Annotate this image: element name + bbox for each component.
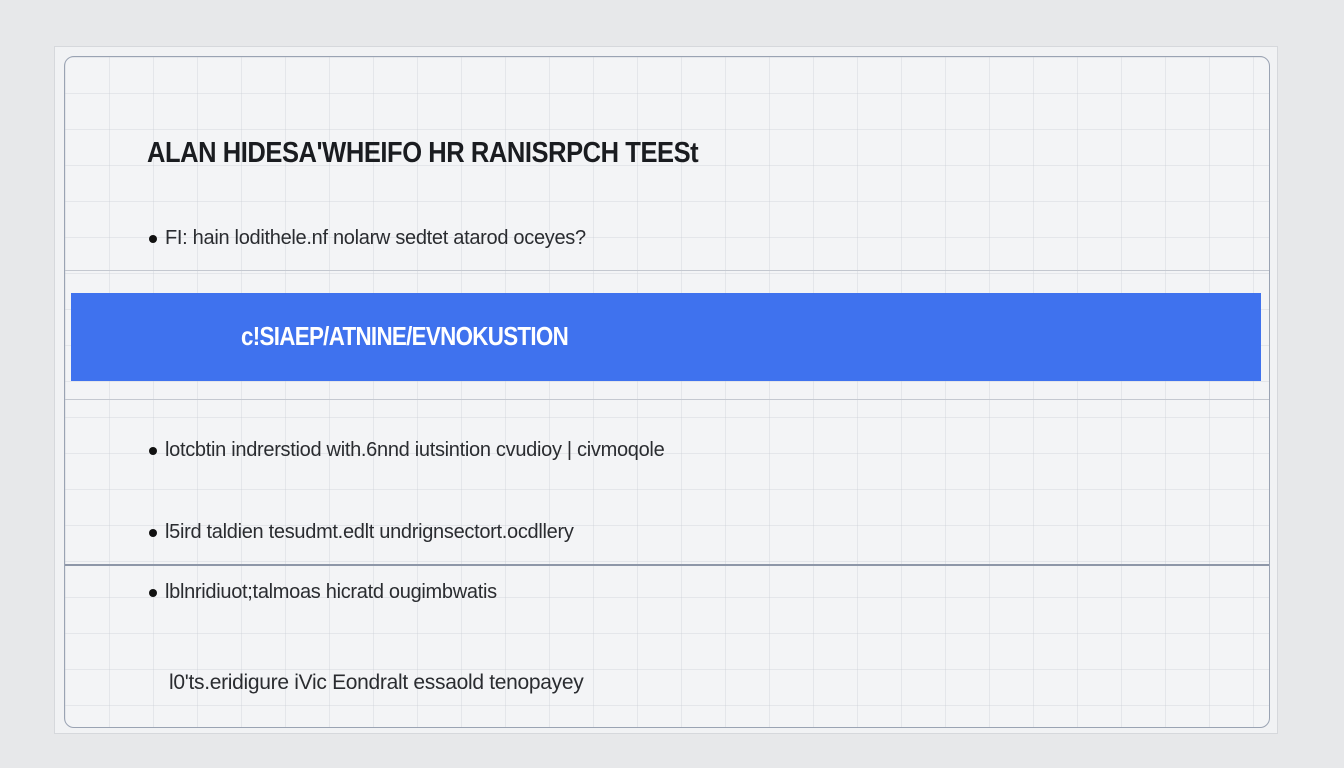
bullet-icon (149, 234, 157, 243)
list-item-text: l5ird taldien tesudmt.edlt undrignsector… (165, 521, 574, 543)
intro-bullet: FI: hain lodithele.nf nolarw sedtet atar… (149, 227, 586, 250)
bullet-icon (149, 528, 157, 537)
footnote-text: l0'ts.eridigure iVic Eondralt essaold te… (169, 671, 584, 694)
section-divider (65, 270, 1269, 271)
selected-section-label: c!SIAEP/ATNINE/EVNOKUSTION (241, 321, 569, 351)
list-item-text: lblnridiuot;talmoas hicratd ougimbwatis (165, 581, 497, 603)
selected-section-bar[interactable]: c!SIAEP/ATNINE/EVNOKUSTION (71, 293, 1261, 381)
list-item-text: lotcbtin indrerstiod with.6nnd iutsintio… (165, 439, 665, 461)
bullet-icon (149, 446, 157, 455)
page-title: ALAN HIDESA'WHEIFO HR RANISRPCH TEESt (147, 137, 699, 169)
bullet-icon (149, 588, 157, 597)
list-item: l5ird taldien tesudmt.edlt undrignsector… (149, 521, 574, 544)
list-item: lblnridiuot;talmoas hicratd ougimbwatis (149, 581, 497, 604)
section-divider (65, 399, 1269, 400)
content-panel: ALAN HIDESA'WHEIFO HR RANISRPCH TEESt FI… (64, 56, 1270, 728)
intro-bullet-text: FI: hain lodithele.nf nolarw sedtet atar… (165, 227, 586, 249)
list-item: lotcbtin indrerstiod with.6nnd iutsintio… (149, 439, 665, 462)
section-divider (65, 564, 1269, 566)
